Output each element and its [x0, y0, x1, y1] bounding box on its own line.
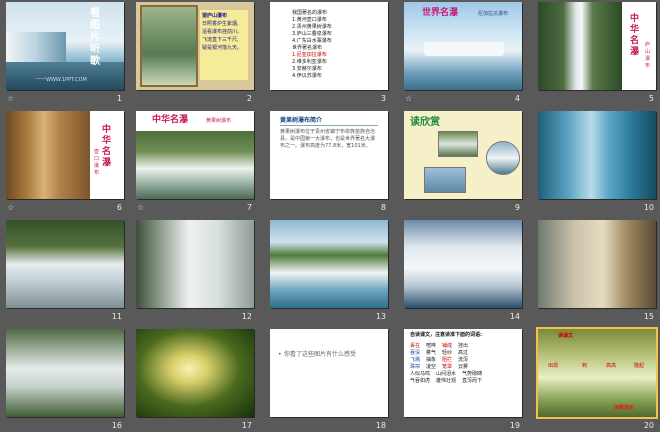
animation-star-icon: ☆ — [7, 94, 15, 103]
slide-1-preview: 看图片听歌 一一WWW.1PPT.COM — [6, 2, 124, 90]
slide-number: 19 — [509, 421, 520, 430]
slide-number: 16 — [111, 421, 122, 430]
slide-3-list: 我国著名的瀑布 1.黄河壶口瀑布 2.贵州黄果树瀑布 3.庐山三叠泉瀑布 4.广… — [292, 10, 332, 79]
slide-thumbnail-5[interactable]: 中华名瀑 庐山瀑布 5 — [538, 2, 656, 106]
slide-5-subtitle: 庐山瀑布 — [645, 42, 651, 69]
slide-20-phrase-4: 隆起 — [634, 363, 645, 369]
slide-8-title: 黄果树瀑布简介 — [280, 117, 323, 124]
slide-17-preview — [136, 329, 254, 417]
slide-1-url: 一一WWW.1PPT.COM — [36, 77, 87, 83]
slide-thumbnail-14[interactable]: 14 — [404, 220, 522, 324]
slide-thumbnail-18[interactable]: • 你看了这些图片有什么感受 18 — [270, 329, 388, 432]
slide-2-preview: 望庐山瀑布 日照香炉生紫烟, 遥看瀑布挂前川。 飞流直下三千尺, 疑是银河落九天… — [136, 2, 254, 90]
slide-number: 10 — [643, 203, 654, 212]
slide-thumbnail-11[interactable]: 11 — [6, 220, 124, 324]
slide-number: 4 — [514, 94, 520, 103]
slide-5-preview: 中华名瀑 庐山瀑布 — [538, 2, 656, 90]
slide-thumbnail-12[interactable]: 12 — [136, 220, 254, 324]
slide-8-preview: 黄果树瀑布简介 黄果树瀑布位于贵州省镇宁布依族苗族自治县，是中国第一大瀑布，也是… — [270, 111, 388, 199]
slide-7-title: 中华名瀑 — [152, 115, 189, 125]
slide-number: 12 — [241, 312, 252, 321]
slide-20-phrase-3: 高高 — [606, 363, 617, 369]
slide-13-preview — [270, 220, 388, 308]
slide-4-subtitle: 尼加拉瓜瀑布 — [478, 11, 509, 17]
slide-20-preview: 读课文 出现 到 高高 隆起 诗歌赏析 — [536, 327, 658, 419]
slide-4-preview: 世界名瀑 尼加拉瓜瀑布 — [404, 2, 522, 90]
slide-thumbnail-2[interactable]: 望庐山瀑布 日照香炉生紫烟, 遥看瀑布挂前川。 飞流直下三千尺, 疑是银河落九天… — [136, 2, 254, 106]
slide-number: 17 — [241, 421, 252, 430]
animation-star-icon: ☆ — [405, 94, 413, 103]
slide-20-phrase-2: 到 — [582, 363, 588, 369]
slide-number: 14 — [509, 312, 520, 321]
slide-4-title: 世界名瀑 — [422, 8, 459, 18]
slide-2-poem: 望庐山瀑布 日照香炉生紫烟, 遥看瀑布挂前川。 飞流直下三千尺, 疑是银河落九天… — [202, 13, 243, 51]
slide-9-preview: 读欣赏 — [404, 111, 522, 199]
slide-3-preview: 我国著名的瀑布 1.黄河壶口瀑布 2.贵州黄果树瀑布 3.庐山三叠泉瀑布 4.广… — [270, 2, 388, 90]
animation-star-icon: ☆ — [137, 203, 145, 212]
slide-number: 9 — [514, 203, 520, 212]
slide-thumbnail-17[interactable]: 17 — [136, 329, 254, 432]
slide-18-question: 你看了这些图片有什么感受 — [284, 351, 357, 358]
slide-19-word-grid: 丢在 喧哗 铺成 挂出 吞没 雾气 轻纱 高过 飞溅 抽象 阻拦 流泻 珠帘 凌空 笼罩 云雾 人似马鸣… — [410, 343, 483, 384]
slide-12-preview — [136, 220, 254, 308]
slide-number: 11 — [111, 312, 122, 321]
slide-thumbnail-16[interactable]: 16 — [6, 329, 124, 432]
slide-number: 8 — [380, 203, 386, 212]
slide-sorter: 看图片听歌 一一WWW.1PPT.COM ☆ 1 望庐山瀑布 日照香炉生紫烟, 遥… — [0, 0, 660, 432]
slide-thumbnail-9[interactable]: 读欣赏 9 — [404, 111, 522, 215]
slide-thumbnail-3[interactable]: 我国著名的瀑布 1.黄河壶口瀑布 2.贵州黄果树瀑布 3.庐山三叠泉瀑布 4.广… — [270, 2, 388, 106]
slide-6-subtitle: 壶口瀑布 — [94, 149, 100, 176]
slide-thumbnail-7[interactable]: 中华名瀑 黄果树瀑布 ☆ 7 — [136, 111, 254, 215]
slide-thumbnail-13[interactable]: 13 — [270, 220, 388, 324]
slide-11-preview — [6, 220, 124, 308]
slide-7-subtitle: 黄果树瀑布 — [206, 118, 232, 124]
slide-8-body: 黄果树瀑布位于贵州省镇宁布依族苗族自治县，是中国第一大瀑布，也是世界著名大瀑布之… — [280, 129, 376, 149]
slide-thumbnail-20[interactable]: 读课文 出现 到 高高 隆起 诗歌赏析 20 — [536, 327, 658, 432]
slide-number: 20 — [643, 421, 654, 430]
slide-20-label: 诗歌赏析 — [614, 405, 635, 411]
slide-19-heading: 自读课文，注意读准下面的词语: — [410, 332, 483, 338]
slide-18-preview: • 你看了这些图片有什么感受 — [270, 329, 388, 417]
slide-number: 13 — [375, 312, 386, 321]
slide-5-title: 中华名瀑 — [630, 14, 640, 57]
slide-20-phrase-1: 出现 — [548, 363, 559, 369]
slide-number: 5 — [648, 94, 654, 103]
slide-number: 3 — [380, 94, 386, 103]
slide-number: 6 — [116, 203, 122, 212]
slide-thumbnail-10[interactable]: 10 — [538, 111, 656, 215]
slide-19-preview: 自读课文，注意读准下面的词语: 丢在 喧哗 铺成 挂出 吞没 雾气 轻纱 高过 飞溅 抽象 阻拦… — [404, 329, 522, 417]
slide-number: 15 — [643, 312, 654, 321]
slide-thumbnail-6[interactable]: 中华名瀑 壶口瀑布 ☆ 6 — [6, 111, 124, 215]
slide-18-bullet-icon: • — [278, 351, 282, 358]
slide-number: 7 — [246, 203, 252, 212]
slide-9-title: 读欣赏 — [410, 117, 440, 128]
slide-15-preview — [538, 220, 656, 308]
slide-thumbnail-15[interactable]: 15 — [538, 220, 656, 324]
animation-star-icon: ☆ — [7, 203, 15, 212]
slide-number: 18 — [375, 421, 386, 430]
slide-number: 1 — [116, 94, 122, 103]
slide-16-preview — [6, 329, 124, 417]
slide-6-title: 中华名瀑 — [102, 125, 112, 168]
slide-thumbnail-8[interactable]: 黄果树瀑布简介 黄果树瀑布位于贵州省镇宁布依族苗族自治县，是中国第一大瀑布，也是… — [270, 111, 388, 215]
slide-10-preview — [538, 111, 656, 199]
slide-thumbnail-4[interactable]: 世界名瀑 尼加拉瓜瀑布 ☆ 4 — [404, 2, 522, 106]
slide-20-title: 读课文 — [558, 333, 574, 339]
slide-number: 2 — [246, 94, 252, 103]
slide-thumbnail-19[interactable]: 自读课文，注意读准下面的词语: 丢在 喧哗 铺成 挂出 吞没 雾气 轻纱 高过 飞溅 抽象 阻拦… — [404, 329, 522, 432]
slide-7-preview: 中华名瀑 黄果树瀑布 — [136, 111, 254, 199]
slide-6-preview: 中华名瀑 壶口瀑布 — [6, 111, 124, 199]
slide-14-preview — [404, 220, 522, 308]
slide-1-title: 看图片听歌 — [90, 8, 100, 67]
slide-thumbnail-1[interactable]: 看图片听歌 一一WWW.1PPT.COM ☆ 1 — [6, 2, 124, 106]
